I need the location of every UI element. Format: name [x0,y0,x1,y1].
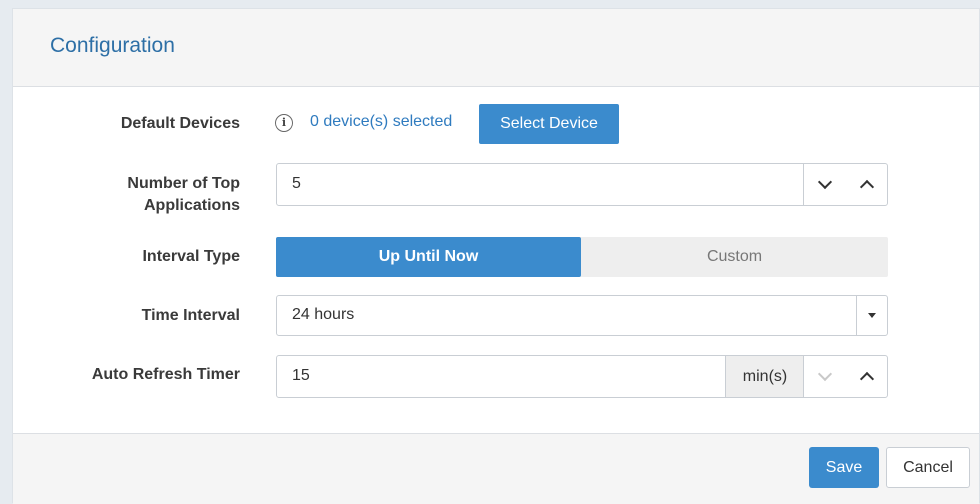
increment-button[interactable] [846,356,888,397]
save-button[interactable]: Save [809,447,879,488]
configuration-dialog: Configuration Default Devices i 0 device… [12,8,980,504]
increment-button[interactable] [846,164,888,205]
auto-refresh-label: Auto Refresh Timer [91,366,240,383]
device-count-text: 0 device(s) selected [310,113,453,130]
auto-refresh-stepper[interactable]: 15 min(s) [276,355,888,398]
chevron-down-icon [817,366,833,382]
decrement-button[interactable] [804,164,846,205]
caret-down-icon [868,313,876,318]
top-applications-label-line1: Number of Top [127,175,240,192]
default-devices-label: Default Devices [120,115,240,132]
auto-refresh-input[interactable]: 15 [292,367,310,385]
info-icon[interactable]: i [275,114,293,132]
top-applications-stepper[interactable]: 5 [276,163,888,206]
dialog-footer: Save Cancel [13,433,979,504]
top-applications-label: Number of Top Applications [40,173,240,217]
top-applications-input[interactable]: 5 [292,175,301,193]
dialog-header: Configuration [13,9,979,87]
time-interval-select[interactable]: 24 hours [276,295,888,336]
cancel-button[interactable]: Cancel [886,447,970,488]
chevron-up-icon [859,179,875,195]
unit-label: min(s) [725,356,804,397]
decrement-button[interactable] [804,356,846,397]
time-interval-label: Time Interval [141,307,240,324]
stepper-controls [803,356,887,397]
interval-type-toggle: Up Until Now Custom [276,237,888,277]
interval-type-label: Interval Type [142,248,240,265]
interval-option-up-until-now[interactable]: Up Until Now [276,237,581,277]
chevron-up-icon [859,371,875,387]
time-interval-value: 24 hours [292,306,355,323]
chevron-down-icon [817,174,833,190]
interval-option-custom[interactable]: Custom [581,237,888,277]
top-applications-label-line2: Applications [143,197,240,214]
dialog-title: Configuration [50,34,175,57]
time-interval-dropdown-button[interactable] [856,296,887,335]
select-device-button[interactable]: Select Device [479,104,619,144]
stepper-controls [803,164,887,205]
